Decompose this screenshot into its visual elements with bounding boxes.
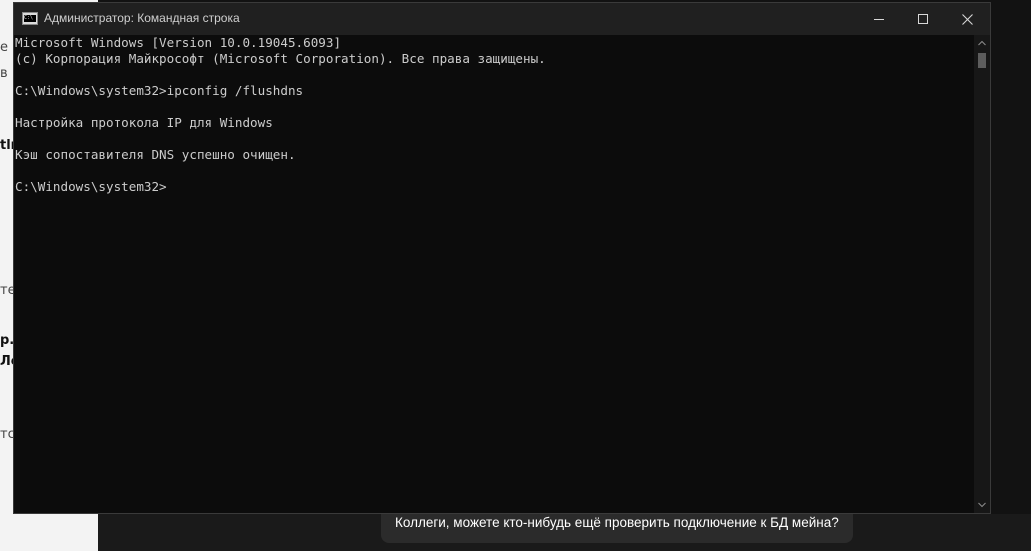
minimize-icon [874,19,884,20]
chevron-down-icon [978,502,986,508]
cmd-icon[interactable] [22,12,38,25]
console-line: Настройка протокола IP для Windows [15,115,273,130]
console-line: C:\Windows\system32>ipconfig /flushdns [15,83,304,98]
console-line: Microsoft Windows [Version 10.0.19045.60… [15,35,342,50]
background-text-fragment: tlr [0,138,14,153]
vertical-scrollbar[interactable] [974,35,990,513]
background-text-fragment: Лс [0,354,14,369]
background-text-fragment: тся [0,427,14,442]
background-text-fragment: e [0,40,8,55]
scroll-up-button[interactable] [974,35,990,51]
background-text-fragment: р.. [0,333,14,348]
chevron-up-icon [978,40,986,46]
console-output[interactable]: Microsoft Windows [Version 10.0.19045.60… [14,35,974,513]
maximize-button[interactable] [900,3,946,35]
background-text-fragment: те [0,283,14,298]
scroll-thumb[interactable] [978,53,986,68]
scroll-down-button[interactable] [974,497,990,513]
title-bar[interactable]: Администратор: Командная строка [14,3,990,35]
console-prompt[interactable]: C:\Windows\system32> [15,179,974,195]
console-window[interactable]: Администратор: Командная строка Microsof… [13,2,991,514]
console-line: Кэш сопоставителя DNS успешно очищен. [15,147,296,162]
minimize-button[interactable] [856,3,902,35]
maximize-icon [918,14,928,24]
close-button[interactable] [944,3,990,35]
console-line: (c) Корпорация Майкрософт (Microsoft Cor… [15,51,546,66]
close-icon [961,13,973,25]
window-title: Администратор: Командная строка [44,11,240,25]
background-text-fragment: в [0,66,8,81]
